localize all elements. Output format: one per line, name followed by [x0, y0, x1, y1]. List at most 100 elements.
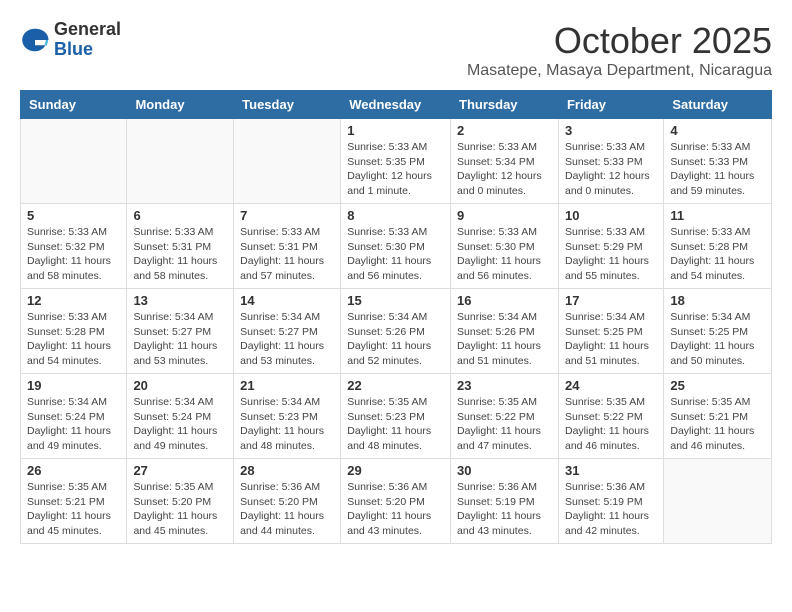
day-info: Sunrise: 5:33 AM Sunset: 5:29 PM Dayligh… — [565, 225, 657, 284]
weekday-header-row: SundayMondayTuesdayWednesdayThursdayFrid… — [21, 91, 772, 119]
day-info: Sunrise: 5:33 AM Sunset: 5:35 PM Dayligh… — [347, 140, 444, 199]
calendar-cell: 6Sunrise: 5:33 AM Sunset: 5:31 PM Daylig… — [127, 204, 234, 289]
day-info: Sunrise: 5:34 AM Sunset: 5:27 PM Dayligh… — [240, 310, 334, 369]
calendar-cell: 21Sunrise: 5:34 AM Sunset: 5:23 PM Dayli… — [234, 374, 341, 459]
calendar-cell: 3 Sunrise: 5:33 AM Sunset: 5:33 PM Daylig… — [558, 119, 663, 204]
calendar-cell: 8Sunrise: 5:33 AM Sunset: 5:30 PM Daylig… — [341, 204, 451, 289]
calendar-cell — [664, 459, 772, 544]
calendar-cell: 10 Sunrise: 5:33 AM Sunset: 5:29 PM Dayli… — [558, 204, 663, 289]
day-number: 12 — [27, 293, 120, 308]
day-number: 22 — [347, 378, 444, 393]
day-number: 11 — [670, 208, 765, 223]
day-info: Sunrise: 5:35 AM Sunset: 5:23 PM Dayligh… — [347, 395, 444, 454]
week-row: 5 Sunrise: 5:33 AM Sunset: 5:32 PM Daylig… — [21, 204, 772, 289]
day-info: Sunrise: 5:35 AM Sunset: 5:21 PM Dayligh… — [670, 395, 765, 454]
day-info: Sunrise: 5:36 AM Sunset: 5:19 PM Dayligh… — [565, 480, 657, 539]
weekday-header: Friday — [558, 91, 663, 119]
day-info: Sunrise: 5:34 AM Sunset: 5:26 PM Dayligh… — [457, 310, 552, 369]
calendar-cell: 7Sunrise: 5:33 AM Sunset: 5:31 PM Daylig… — [234, 204, 341, 289]
day-info: Sunrise: 5:35 AM Sunset: 5:22 PM Dayligh… — [565, 395, 657, 454]
day-number: 21 — [240, 378, 334, 393]
day-info: Sunrise: 5:33 AM Sunset: 5:28 PM Dayligh… — [27, 310, 120, 369]
day-number: 1 — [347, 123, 444, 138]
day-info: Sunrise: 5:33 AM Sunset: 5:32 PM Dayligh… — [27, 225, 120, 284]
day-number: 4 — [670, 123, 765, 138]
calendar-cell: 31 Sunrise: 5:36 AM Sunset: 5:19 PM Dayli… — [558, 459, 663, 544]
day-number: 13 — [133, 293, 227, 308]
day-number: 3 — [565, 123, 657, 138]
day-number: 6 — [133, 208, 227, 223]
calendar-cell: 4 Sunrise: 5:33 AM Sunset: 5:33 PM Daylig… — [664, 119, 772, 204]
day-number: 26 — [27, 463, 120, 478]
week-row: 26 Sunrise: 5:35 AM Sunset: 5:21 PM Dayli… — [21, 459, 772, 544]
day-info: Sunrise: 5:33 AM Sunset: 5:30 PM Dayligh… — [457, 225, 552, 284]
calendar-cell: 25 Sunrise: 5:35 AM Sunset: 5:21 PM Dayli… — [664, 374, 772, 459]
calendar-cell: 1 Sunrise: 5:33 AM Sunset: 5:35 PM Daylig… — [341, 119, 451, 204]
calendar-cell — [21, 119, 127, 204]
day-number: 16 — [457, 293, 552, 308]
day-number: 20 — [133, 378, 227, 393]
calendar-cell: 12 Sunrise: 5:33 AM Sunset: 5:28 PM Dayli… — [21, 289, 127, 374]
logo-icon — [20, 25, 50, 55]
day-number: 28 — [240, 463, 334, 478]
calendar-cell: 24 Sunrise: 5:35 AM Sunset: 5:22 PM Dayli… — [558, 374, 663, 459]
day-number: 31 — [565, 463, 657, 478]
calendar-cell: 2 Sunrise: 5:33 AM Sunset: 5:34 PM Daylig… — [451, 119, 559, 204]
calendar-cell: 28Sunrise: 5:36 AM Sunset: 5:20 PM Dayli… — [234, 459, 341, 544]
calendar-cell: 27Sunrise: 5:35 AM Sunset: 5:20 PM Dayli… — [127, 459, 234, 544]
day-number: 25 — [670, 378, 765, 393]
day-number: 24 — [565, 378, 657, 393]
day-number: 29 — [347, 463, 444, 478]
day-info: Sunrise: 5:33 AM Sunset: 5:33 PM Dayligh… — [565, 140, 657, 199]
day-info: Sunrise: 5:35 AM Sunset: 5:20 PM Dayligh… — [133, 480, 227, 539]
day-info: Sunrise: 5:33 AM Sunset: 5:33 PM Dayligh… — [670, 140, 765, 199]
weekday-header: Wednesday — [341, 91, 451, 119]
calendar-cell: 17Sunrise: 5:34 AM Sunset: 5:25 PM Dayli… — [558, 289, 663, 374]
location: Masatepe, Masaya Department, Nicaragua — [467, 62, 772, 80]
day-number: 2 — [457, 123, 552, 138]
day-info: Sunrise: 5:34 AM Sunset: 5:25 PM Dayligh… — [565, 310, 657, 369]
calendar-cell: 19 Sunrise: 5:34 AM Sunset: 5:24 PM Dayli… — [21, 374, 127, 459]
day-info: Sunrise: 5:34 AM Sunset: 5:26 PM Dayligh… — [347, 310, 444, 369]
day-info: Sunrise: 5:34 AM Sunset: 5:24 PM Dayligh… — [133, 395, 227, 454]
calendar-cell — [234, 119, 341, 204]
logo-text: General Blue — [54, 20, 121, 60]
day-info: Sunrise: 5:33 AM Sunset: 5:31 PM Dayligh… — [240, 225, 334, 284]
calendar-cell: 9 Sunrise: 5:33 AM Sunset: 5:30 PM Daylig… — [451, 204, 559, 289]
day-info: Sunrise: 5:36 AM Sunset: 5:19 PM Dayligh… — [457, 480, 552, 539]
day-number: 9 — [457, 208, 552, 223]
day-info: Sunrise: 5:33 AM Sunset: 5:30 PM Dayligh… — [347, 225, 444, 284]
calendar-cell: 16 Sunrise: 5:34 AM Sunset: 5:26 PM Dayli… — [451, 289, 559, 374]
day-number: 30 — [457, 463, 552, 478]
day-info: Sunrise: 5:34 AM Sunset: 5:24 PM Dayligh… — [27, 395, 120, 454]
calendar-cell: 13Sunrise: 5:34 AM Sunset: 5:27 PM Dayli… — [127, 289, 234, 374]
weekday-header: Saturday — [664, 91, 772, 119]
day-number: 10 — [565, 208, 657, 223]
calendar-cell: 18Sunrise: 5:34 AM Sunset: 5:25 PM Dayli… — [664, 289, 772, 374]
weekday-header: Tuesday — [234, 91, 341, 119]
page-header: General Blue October 2025 Masatepe, Masa… — [20, 20, 772, 80]
day-info: Sunrise: 5:36 AM Sunset: 5:20 PM Dayligh… — [347, 480, 444, 539]
day-info: Sunrise: 5:34 AM Sunset: 5:25 PM Dayligh… — [670, 310, 765, 369]
day-number: 19 — [27, 378, 120, 393]
title-section: October 2025 Masatepe, Masaya Department… — [467, 20, 772, 80]
day-number: 14 — [240, 293, 334, 308]
week-row: 19 Sunrise: 5:34 AM Sunset: 5:24 PM Dayli… — [21, 374, 772, 459]
day-info: Sunrise: 5:33 AM Sunset: 5:28 PM Dayligh… — [670, 225, 765, 284]
week-row: 1 Sunrise: 5:33 AM Sunset: 5:35 PM Daylig… — [21, 119, 772, 204]
weekday-header: Thursday — [451, 91, 559, 119]
day-info: Sunrise: 5:35 AM Sunset: 5:21 PM Dayligh… — [27, 480, 120, 539]
day-number: 5 — [27, 208, 120, 223]
calendar-cell — [127, 119, 234, 204]
calendar-cell: 11 Sunrise: 5:33 AM Sunset: 5:28 PM Dayli… — [664, 204, 772, 289]
day-number: 15 — [347, 293, 444, 308]
logo: General Blue — [20, 20, 121, 60]
logo-general: General — [54, 20, 121, 40]
calendar-table: SundayMondayTuesdayWednesdayThursdayFrid… — [20, 90, 772, 544]
month-title: October 2025 — [467, 20, 772, 62]
calendar-cell: 22 Sunrise: 5:35 AM Sunset: 5:23 PM Dayli… — [341, 374, 451, 459]
calendar-cell: 5 Sunrise: 5:33 AM Sunset: 5:32 PM Daylig… — [21, 204, 127, 289]
day-info: Sunrise: 5:33 AM Sunset: 5:34 PM Dayligh… — [457, 140, 552, 199]
calendar-cell: 20 Sunrise: 5:34 AM Sunset: 5:24 PM Dayli… — [127, 374, 234, 459]
logo-blue: Blue — [54, 40, 121, 60]
